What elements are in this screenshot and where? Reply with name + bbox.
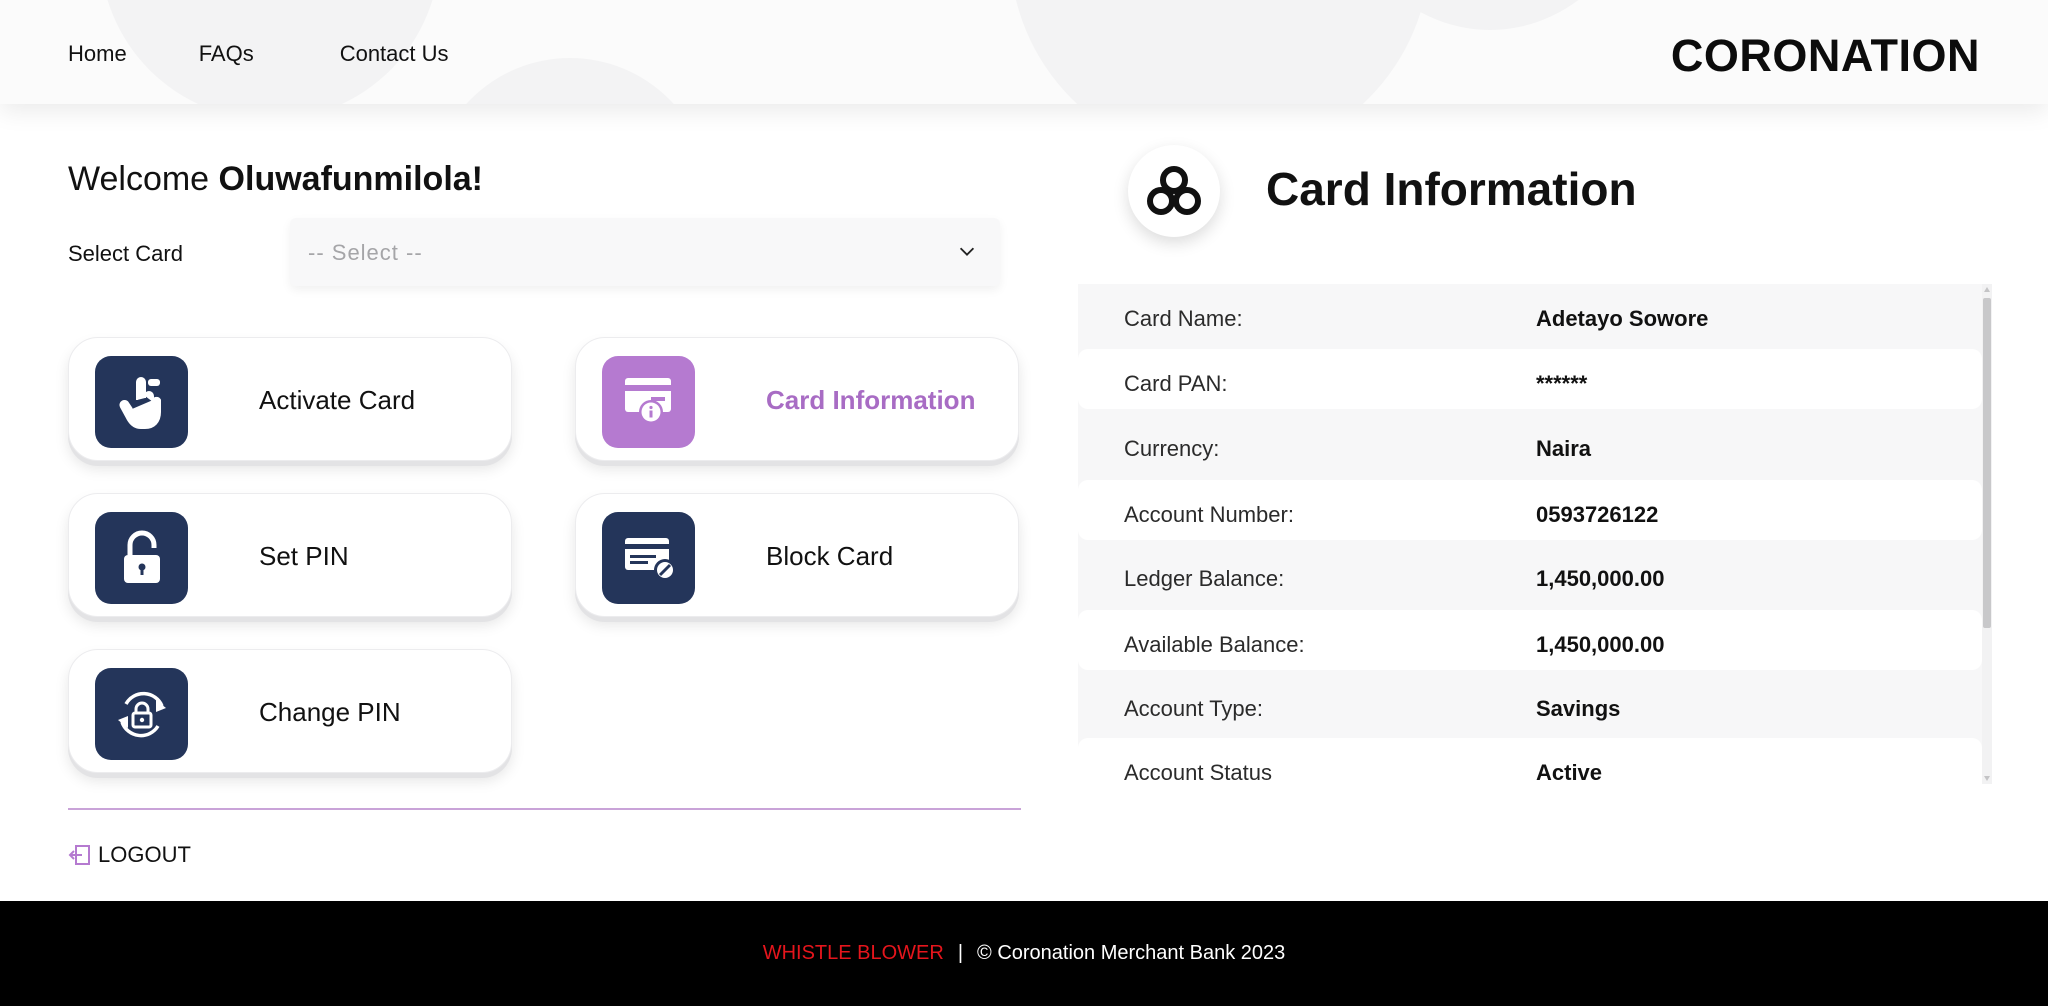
refresh-lock-icon [95, 668, 188, 760]
info-value: 0593726122 [1536, 502, 1659, 527]
card-info-icon [602, 356, 695, 448]
info-row: Account Status Active [1078, 738, 1982, 784]
logout-button[interactable]: LOGOUT [68, 842, 191, 868]
activate-card-label: Activate Card [259, 385, 416, 415]
set-pin-tile[interactable]: Set PIN [68, 493, 512, 617]
set-pin-label: Set PIN [259, 541, 349, 571]
info-row: Account Type: Savings [1078, 674, 1982, 734]
tap-finger-icon [95, 356, 188, 448]
card-information-tile[interactable]: Card Information [575, 337, 1019, 461]
welcome-prefix: Welcome [68, 160, 210, 198]
info-key: Card PAN: [1124, 371, 1228, 396]
activate-card-tile[interactable]: Activate Card [68, 337, 512, 461]
whistle-blower-link[interactable]: WHISTLE BLOWER [763, 942, 944, 965]
header-decoration [1010, 0, 1430, 104]
top-header: Home FAQs Contact Us CORONATION [0, 0, 2048, 104]
brand-logo[interactable]: CORONATION [1671, 30, 1980, 82]
card-information-title: Card Information [1266, 163, 1637, 215]
info-scrollbar[interactable] [1982, 284, 1992, 784]
select-placeholder: -- Select -- [308, 240, 423, 265]
info-value: ****** [1536, 371, 1588, 396]
change-pin-label: Change PIN [259, 697, 401, 727]
info-row: Card Name: Adetayo Sowore [1078, 284, 1982, 344]
info-key: Currency: [1124, 436, 1220, 461]
info-key: Card Name: [1124, 306, 1243, 331]
info-value: Savings [1536, 696, 1621, 721]
info-row: Ledger Balance: 1,450,000.00 [1078, 544, 1982, 604]
info-row: Card PAN: ****** [1078, 349, 1982, 409]
padlock-icon [95, 512, 188, 604]
user-name: Oluwafunmilola! [218, 160, 483, 198]
info-value: Adetayo Sowore [1536, 306, 1709, 331]
info-key: Available Balance: [1124, 632, 1305, 657]
scroll-up-icon[interactable] [1983, 286, 1991, 294]
logout-label: LOGOUT [98, 842, 191, 867]
nav-home-link[interactable]: Home [68, 41, 127, 67]
info-row: Available Balance: 1,450,000.00 [1078, 610, 1982, 670]
logout-icon [68, 845, 90, 865]
block-card-tile[interactable]: Block Card [575, 493, 1019, 617]
card-info-panel: Card Name: Adetayo Sowore Card PAN: ****… [1078, 284, 1992, 784]
change-pin-tile[interactable]: Change PIN [68, 649, 512, 773]
info-value: Naira [1536, 436, 1592, 461]
header-decoration [430, 58, 710, 104]
nav-faqs-link[interactable]: FAQs [199, 41, 254, 67]
nav-contact-link[interactable]: Contact Us [340, 41, 449, 67]
scrollbar-thumb[interactable] [1983, 298, 1991, 628]
info-row: Currency: Naira [1078, 414, 1982, 474]
chevron-down-icon [959, 247, 975, 256]
select-card-label: Select Card [68, 241, 183, 266]
info-row: Account Number: 0593726122 [1078, 480, 1982, 540]
footer-separator: | [957, 942, 964, 964]
scroll-down-icon[interactable] [1983, 774, 1991, 782]
coronation-emblem [1128, 145, 1220, 237]
block-card-label: Block Card [766, 541, 894, 571]
main-nav: Home FAQs Contact Us [68, 41, 449, 67]
info-key: Ledger Balance: [1124, 566, 1285, 591]
info-key: Account Type: [1124, 696, 1264, 721]
welcome-heading: Welcome Oluwafunmilola! [68, 160, 483, 199]
block-card-icon [602, 512, 695, 604]
coronation-rings-icon [1147, 166, 1201, 215]
page-footer: WHISTLE BLOWER | © Coronation Merchant B… [0, 901, 2048, 1006]
info-key: Account Status [1124, 760, 1272, 784]
info-key: Account Number: [1124, 502, 1294, 527]
info-value: Active [1536, 760, 1603, 784]
card-select-dropdown[interactable]: -- Select -- [290, 218, 1000, 286]
copyright-text: © Coronation Merchant Bank 2023 [977, 942, 1286, 964]
card-information-label: Card Information [766, 385, 976, 415]
info-value: 1,450,000.00 [1536, 632, 1665, 657]
info-value: 1,450,000.00 [1536, 566, 1665, 591]
section-divider [68, 808, 1021, 810]
